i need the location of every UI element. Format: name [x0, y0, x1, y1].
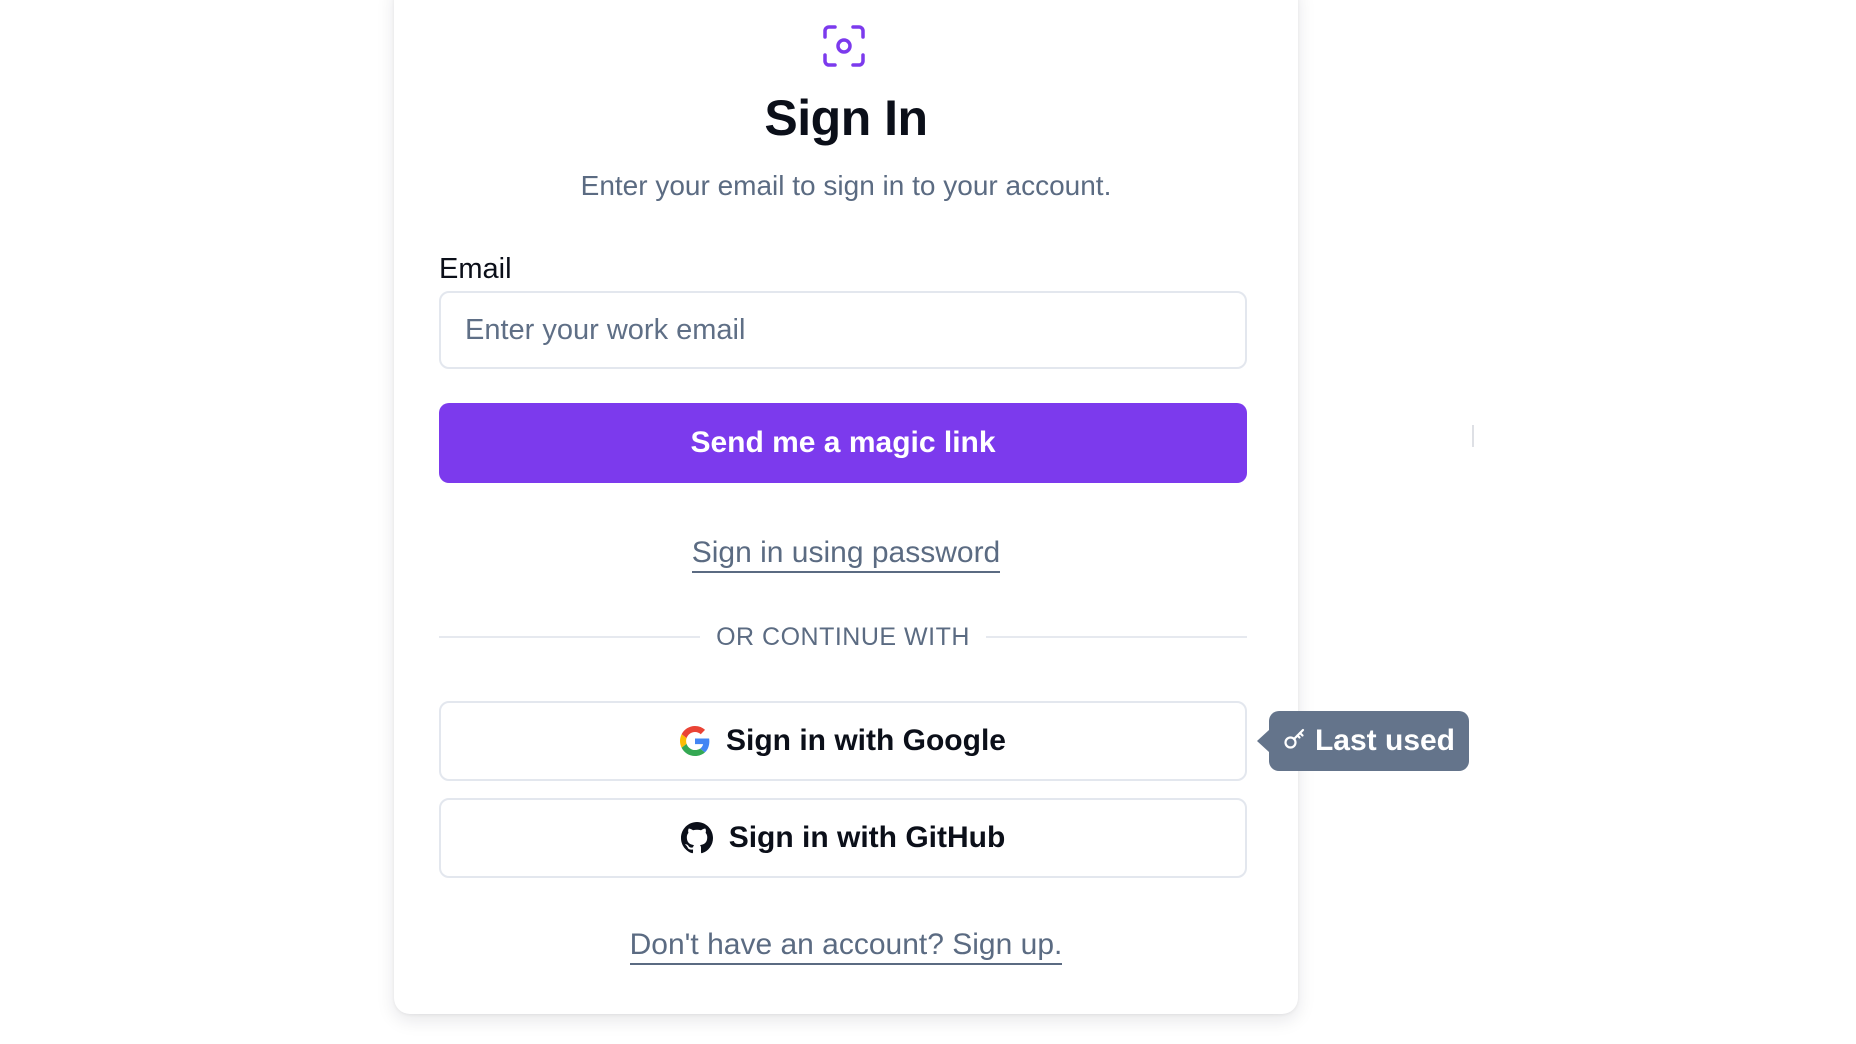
- divider-line-right: [985, 636, 1248, 638]
- github-sign-in-button[interactable]: Sign in with GitHub: [439, 798, 1247, 878]
- email-input[interactable]: [439, 291, 1247, 369]
- page-title: Sign In: [764, 90, 928, 146]
- divider-line-left: [439, 636, 701, 638]
- google-icon: [680, 726, 710, 756]
- github-sign-in-label: Sign in with GitHub: [728, 821, 1006, 854]
- github-icon: [680, 822, 713, 854]
- signup-link-container: Don't have an account? Sign up.: [394, 926, 1298, 965]
- sign-up-link[interactable]: Don't have an account? Sign up.: [629, 928, 1063, 965]
- google-sign-in-label: Sign in with Google: [726, 724, 1006, 757]
- divider-text: OR CONTINUE WITH: [716, 622, 970, 651]
- page-subtitle: Enter your email to sign in to your acco…: [580, 170, 1112, 201]
- scan-focus-icon: [822, 24, 866, 68]
- scroll-indicator: [1472, 425, 1474, 447]
- password-link-container: Sign in using password: [394, 534, 1298, 573]
- last-used-label: Last used: [1314, 724, 1456, 757]
- or-divider: OR CONTINUE WITH: [439, 620, 1248, 654]
- send-magic-link-button[interactable]: Send me a magic link: [439, 403, 1247, 483]
- key-icon: [1283, 727, 1307, 756]
- google-sign-in-button[interactable]: Sign in with Google: [439, 701, 1247, 781]
- sign-in-page: Sign In Enter your email to sign in to y…: [0, 0, 1856, 1044]
- email-label: Email: [439, 253, 512, 285]
- sign-in-password-link[interactable]: Sign in using password: [691, 536, 1001, 573]
- last-used-badge: Last used: [1257, 711, 1469, 771]
